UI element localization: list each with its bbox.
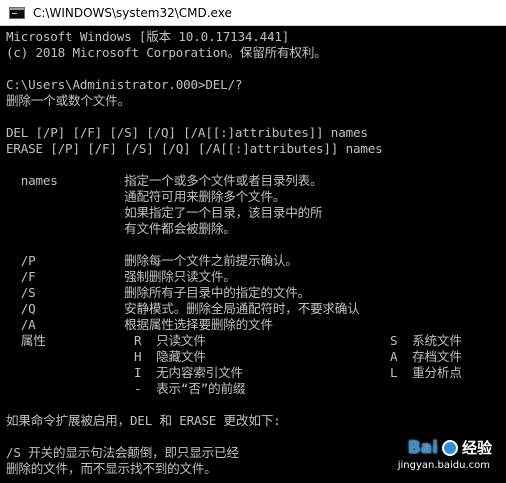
console-output[interactable]: Microsoft Windows [版本 10.0.17134.441] (c)… xyxy=(0,26,506,483)
attribute-left: - 表示“否”的前缀 xyxy=(134,381,246,396)
attribute-right: L 重分析点 xyxy=(390,365,462,380)
baidu-paw-icon xyxy=(441,439,458,456)
baidu-jingyan-watermark: Bai 经验 xyxy=(408,437,492,458)
console-line: /S 删除所有子目录中的指定的文件。 xyxy=(6,285,311,300)
cmd-app-icon xyxy=(9,6,25,19)
console-line: 通配符可用来删除多个文件。 xyxy=(6,189,286,204)
console-line: names 指定一个或多个文件或者目录列表。 xyxy=(6,173,323,188)
console-line: 有文件都会被删除。 xyxy=(6,221,236,236)
window-title: C:\WINDOWS\system32\CMD.exe xyxy=(33,5,232,20)
console-line: 如果命令扩展被启用，DEL 和 ERASE 更改如下: xyxy=(6,413,281,428)
console-line: 删除一个或数个文件。 xyxy=(6,93,130,108)
attribute-right: S 系统文件 xyxy=(390,333,462,348)
attribute-row: - 表示“否”的前缀 xyxy=(6,381,500,397)
console-line: 如果指定了一个目录，该目录中的所 xyxy=(6,205,323,220)
console-line: Microsoft Windows [版本 10.0.17134.441] xyxy=(6,29,290,44)
attribute-row: 属性 R 只读文件 S 系统文件 xyxy=(6,333,500,349)
attribute-left: H 隐藏文件 xyxy=(134,349,206,364)
console-line: /S 开关的显示句法会颠倒，即只显示已经 xyxy=(6,445,239,460)
console-line: 删除的文件，而不显示找不到的文件。 xyxy=(6,461,217,476)
baidu-logo-text: Bai xyxy=(407,437,438,458)
jingyan-text: 经验 xyxy=(461,439,492,457)
attribute-left: I 无内容索引文件 xyxy=(134,365,243,380)
console-line: /P 删除每一个文件之前提示确认。 xyxy=(6,253,298,268)
console-line: ERASE [/P] [/F] [/S] [/Q] [/A[[:]attribu… xyxy=(6,141,383,156)
console-line: /A 根据属性选择要删除的文件 xyxy=(6,317,273,332)
window-titlebar[interactable]: C:\WINDOWS\system32\CMD.exe xyxy=(0,0,506,26)
attribute-row: H 隐藏文件 A 存档文件 xyxy=(6,349,500,365)
watermark-url: jingyan.baidu.com xyxy=(397,460,490,471)
console-line: (c) 2018 Microsoft Corporation。保留所有权利。 xyxy=(6,45,327,60)
console-line: C:\Users\Administrator.000>DEL/? xyxy=(6,77,243,92)
console-line: /Q 安静模式。删除全局通配符时，不要求确认 xyxy=(6,301,360,316)
attributes-label: 属性 xyxy=(6,333,46,348)
attribute-row: I 无内容索引文件 L 重分析点 xyxy=(6,365,500,381)
attribute-left: R 只读文件 xyxy=(134,333,206,348)
console-line: DEL [/P] [/F] [/S] [/Q] [/A[[:]attribute… xyxy=(6,125,368,140)
attribute-right: A 存档文件 xyxy=(390,349,462,364)
console-line: /F 强制删除只读文件。 xyxy=(6,269,236,284)
